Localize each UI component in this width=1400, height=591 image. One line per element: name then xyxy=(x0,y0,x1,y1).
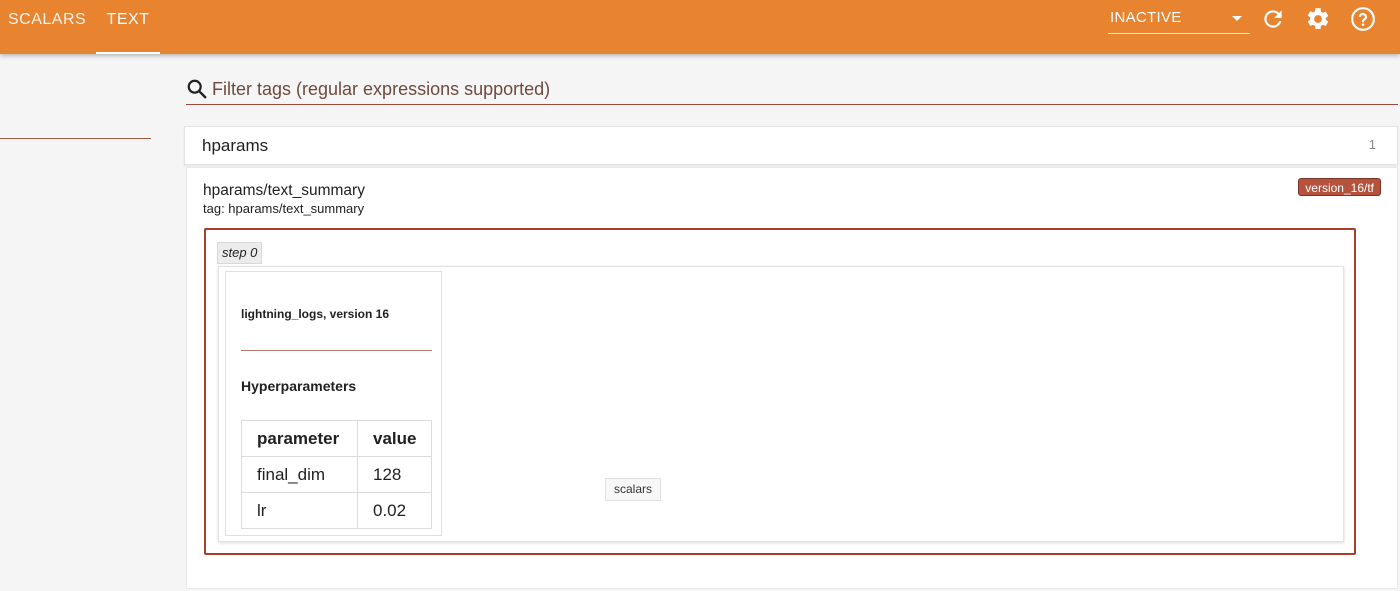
summary-divider xyxy=(241,350,432,351)
hyperparameters-table: parameter value final_dim 128 lr 0.02 xyxy=(241,420,433,529)
category-name: hparams xyxy=(202,136,269,155)
filter-input[interactable] xyxy=(212,77,1312,101)
table-cell: lr xyxy=(241,492,358,529)
sidebar-divider xyxy=(0,138,151,139)
summary-panel: lightning_logs, version 16 Hyperparamete… xyxy=(225,271,442,536)
gear-icon[interactable] xyxy=(1305,6,1331,32)
summary-header: lightning_logs, version 16 xyxy=(241,307,390,321)
refresh-icon[interactable] xyxy=(1260,6,1286,32)
help-icon[interactable] xyxy=(1350,6,1376,32)
table-cell: final_dim xyxy=(241,456,358,493)
tab-text[interactable]: TEXT xyxy=(96,0,160,54)
chevron-down-icon xyxy=(1232,16,1242,21)
tag-filter xyxy=(186,74,1398,105)
category-header[interactable]: hparams 1 xyxy=(184,126,1398,165)
table-row: lr 0.02 xyxy=(241,492,433,529)
run-chip: version_16/tf xyxy=(1298,178,1381,196)
card-title: hparams/text_summary xyxy=(203,182,365,199)
card-tag: tag: hparams/text_summary xyxy=(203,201,365,216)
table-cell: 128 xyxy=(356,456,433,493)
search-icon xyxy=(187,79,207,99)
section-heading: Hyperparameters xyxy=(241,378,357,394)
step-label: step 0 xyxy=(217,242,263,264)
step-content: lightning_logs, version 16 Hyperparamete… xyxy=(218,266,1344,542)
tab-scalars[interactable]: SCALARS xyxy=(8,0,86,54)
run-status-dropdown[interactable]: INACTIVE xyxy=(1108,6,1250,34)
column-header-value: value xyxy=(356,420,433,457)
table-row: final_dim 128 xyxy=(241,456,433,493)
tooltip: scalars xyxy=(605,478,662,501)
top-app-bar: SCALARS TEXT INACTIVE xyxy=(0,0,1400,54)
table-header-row: parameter value xyxy=(241,420,433,457)
text-summary-card: hparams/text_summary tag: hparams/text_s… xyxy=(186,167,1398,589)
column-header-parameter: parameter xyxy=(241,420,358,457)
run-frame: step 0 lightning_logs, version 16 Hyperp… xyxy=(204,228,1356,555)
table-cell: 0.02 xyxy=(356,492,433,529)
category-count: 1 xyxy=(1368,137,1376,152)
run-status-value: INACTIVE xyxy=(1110,9,1182,26)
